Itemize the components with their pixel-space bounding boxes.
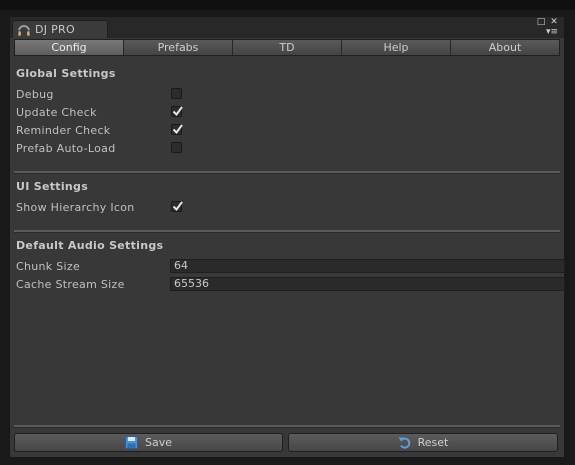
- prefab-auto-load-checkbox[interactable]: [171, 142, 182, 153]
- window-tab[interactable]: DJ PRO: [12, 20, 108, 38]
- audio-settings-title: Default Audio Settings: [16, 239, 164, 252]
- update-check-label: Update Check: [16, 106, 97, 119]
- maximize-icon[interactable]: □: [535, 17, 547, 27]
- headphones-icon: [17, 24, 31, 37]
- cache-stream-size-field[interactable]: 65536: [170, 277, 565, 291]
- show-hierarchy-icon-row: Show Hierarchy Icon: [16, 200, 556, 216]
- checkmark-icon: [172, 124, 183, 135]
- editor-window: DJ PRO □ ✕ ▾≡ Config Prefabs TD Help Abo…: [10, 17, 565, 457]
- tab-help[interactable]: Help: [342, 40, 451, 55]
- title-strip: DJ PRO □ ✕ ▾≡: [10, 17, 564, 38]
- chunk-size-field[interactable]: 64: [170, 259, 565, 273]
- tab-td[interactable]: TD: [233, 40, 342, 55]
- show-hierarchy-icon-label: Show Hierarchy Icon: [16, 201, 135, 214]
- checkmark-icon: [172, 106, 183, 117]
- floppy-disk-icon: [124, 436, 138, 449]
- tab-config[interactable]: Config: [15, 40, 124, 55]
- top-bar: [0, 0, 575, 10]
- reminder-check-checkbox[interactable]: [171, 124, 183, 135]
- debug-label: Debug: [16, 88, 54, 101]
- tab-about[interactable]: About: [451, 40, 559, 55]
- prefab-auto-load-row: Prefab Auto-Load: [16, 141, 556, 157]
- cache-stream-size-label: Cache Stream Size: [16, 278, 125, 291]
- divider: [14, 425, 560, 428]
- save-button-label: Save: [144, 436, 172, 449]
- debug-checkbox[interactable]: [171, 88, 182, 99]
- context-menu-icon[interactable]: ▾≡: [543, 27, 561, 37]
- undo-arrow-icon: [398, 437, 410, 449]
- prefab-auto-load-label: Prefab Auto-Load: [16, 142, 116, 155]
- reset-button-label: Reset: [417, 436, 449, 449]
- tab-bar: Config Prefabs TD Help About: [14, 39, 560, 56]
- close-icon[interactable]: ✕: [548, 17, 560, 27]
- update-check-row: Update Check: [16, 105, 556, 121]
- window-title: DJ PRO: [35, 23, 75, 36]
- update-check-checkbox[interactable]: [171, 106, 183, 117]
- global-settings-title: Global Settings: [16, 67, 116, 80]
- chunk-size-row: Chunk Size 64: [16, 259, 565, 275]
- ui-settings-title: UI Settings: [16, 180, 89, 193]
- reminder-check-row: Reminder Check: [16, 123, 556, 139]
- reminder-check-label: Reminder Check: [16, 124, 111, 137]
- chunk-size-label: Chunk Size: [16, 260, 81, 273]
- save-button[interactable]: Save: [14, 433, 283, 452]
- show-hierarchy-icon-checkbox[interactable]: [171, 201, 183, 212]
- divider: [14, 171, 560, 174]
- cache-stream-size-row: Cache Stream Size 65536: [16, 277, 565, 293]
- checkmark-icon: [172, 201, 183, 212]
- reset-button[interactable]: Reset: [288, 433, 558, 452]
- tab-prefabs[interactable]: Prefabs: [124, 40, 233, 55]
- divider: [14, 230, 560, 233]
- debug-row: Debug: [16, 87, 556, 103]
